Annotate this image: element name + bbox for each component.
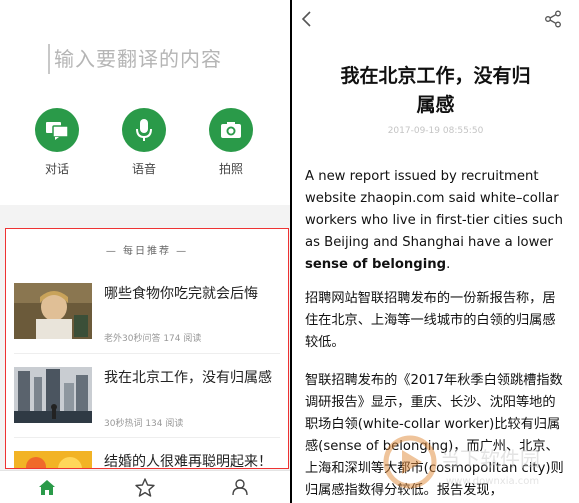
back-icon[interactable] xyxy=(299,10,315,28)
watermark: 当下软件园 www.downxia.com xyxy=(376,432,576,492)
share-icon[interactable] xyxy=(544,10,562,28)
daily-recommendations: — 每日推荐 — 哪些食物你吃完就会后悔 老外30秒问答 174 阅读 我在北京… xyxy=(5,228,289,469)
section-title: — 每日推荐 — xyxy=(105,246,189,257)
photo-mode-button[interactable]: 拍照 xyxy=(201,108,261,177)
conversation-mode-label: 对话 xyxy=(44,162,69,176)
user-icon[interactable] xyxy=(229,477,251,497)
conversation-mode-button[interactable]: 对话 xyxy=(27,108,87,177)
article-screen: 我在北京工作，没有归属感 2017-09-19 08:55:50 A new r… xyxy=(292,0,579,503)
list-item[interactable]: 结婚的人很难再聪明起来！ xyxy=(14,451,282,469)
article-title: 结婚的人很难再聪明起来！ xyxy=(104,454,272,469)
translate-panel: 输入要翻译的内容 对话 语音 拍照 xyxy=(0,0,290,205)
chat-icon xyxy=(35,108,79,152)
article-title-text: 我在北京工作，没有归属感 xyxy=(340,65,531,116)
article-thumbnail xyxy=(14,451,92,468)
star-icon[interactable] xyxy=(134,477,156,497)
photo-mode-label: 拍照 xyxy=(218,162,243,176)
article-title: 我在北京工作，没有归属感 xyxy=(104,370,272,386)
highlighted-term: sense of belonging xyxy=(305,257,447,272)
article-thumbnail xyxy=(14,367,92,423)
translate-input[interactable]: 输入要翻译的内容 xyxy=(48,44,222,74)
list-item[interactable]: 我在北京工作，没有归属感 30秒热词 134 阅读 xyxy=(14,367,282,429)
watermark-text: 当下软件园 xyxy=(440,447,540,471)
article-paragraph-chinese-1: 招聘网站智联招聘发布的一份新报告称，居住在北京、上海等一线城市的白领的归属感较低… xyxy=(305,291,556,350)
article-title: 哪些食物你吃完就会后悔 xyxy=(104,286,258,302)
article-thumbnail xyxy=(14,283,92,339)
bottom-tab-bar xyxy=(0,470,290,503)
camera-icon xyxy=(209,108,253,152)
article-date: 2017-09-19 08:55:50 xyxy=(387,126,484,136)
article-paragraph-english: A new report issued by recruitment websi… xyxy=(305,166,567,276)
article-meta: 老外30秒问答 174 阅读 xyxy=(104,334,202,344)
paragraph-text: . xyxy=(446,257,451,272)
divider xyxy=(14,353,280,354)
microphone-icon xyxy=(122,108,166,152)
divider xyxy=(14,437,280,438)
list-item[interactable]: 哪些食物你吃完就会后悔 老外30秒问答 174 阅读 xyxy=(14,283,282,344)
translator-home-screen: 输入要翻译的内容 对话 语音 拍照 — 每日推荐 — 哪些食物你吃完就会后悔 老… xyxy=(0,0,290,503)
paragraph-text: A new report issued by recruitment websi… xyxy=(305,169,563,250)
voice-mode-button[interactable]: 语音 xyxy=(114,108,174,177)
home-icon[interactable] xyxy=(36,477,58,497)
article-meta: 30秒热词 134 阅读 xyxy=(104,419,184,429)
article-title: 我在北京工作，没有归属感 xyxy=(292,62,579,120)
watermark-url: www.downxia.com xyxy=(446,476,539,487)
voice-mode-label: 语音 xyxy=(131,162,156,176)
